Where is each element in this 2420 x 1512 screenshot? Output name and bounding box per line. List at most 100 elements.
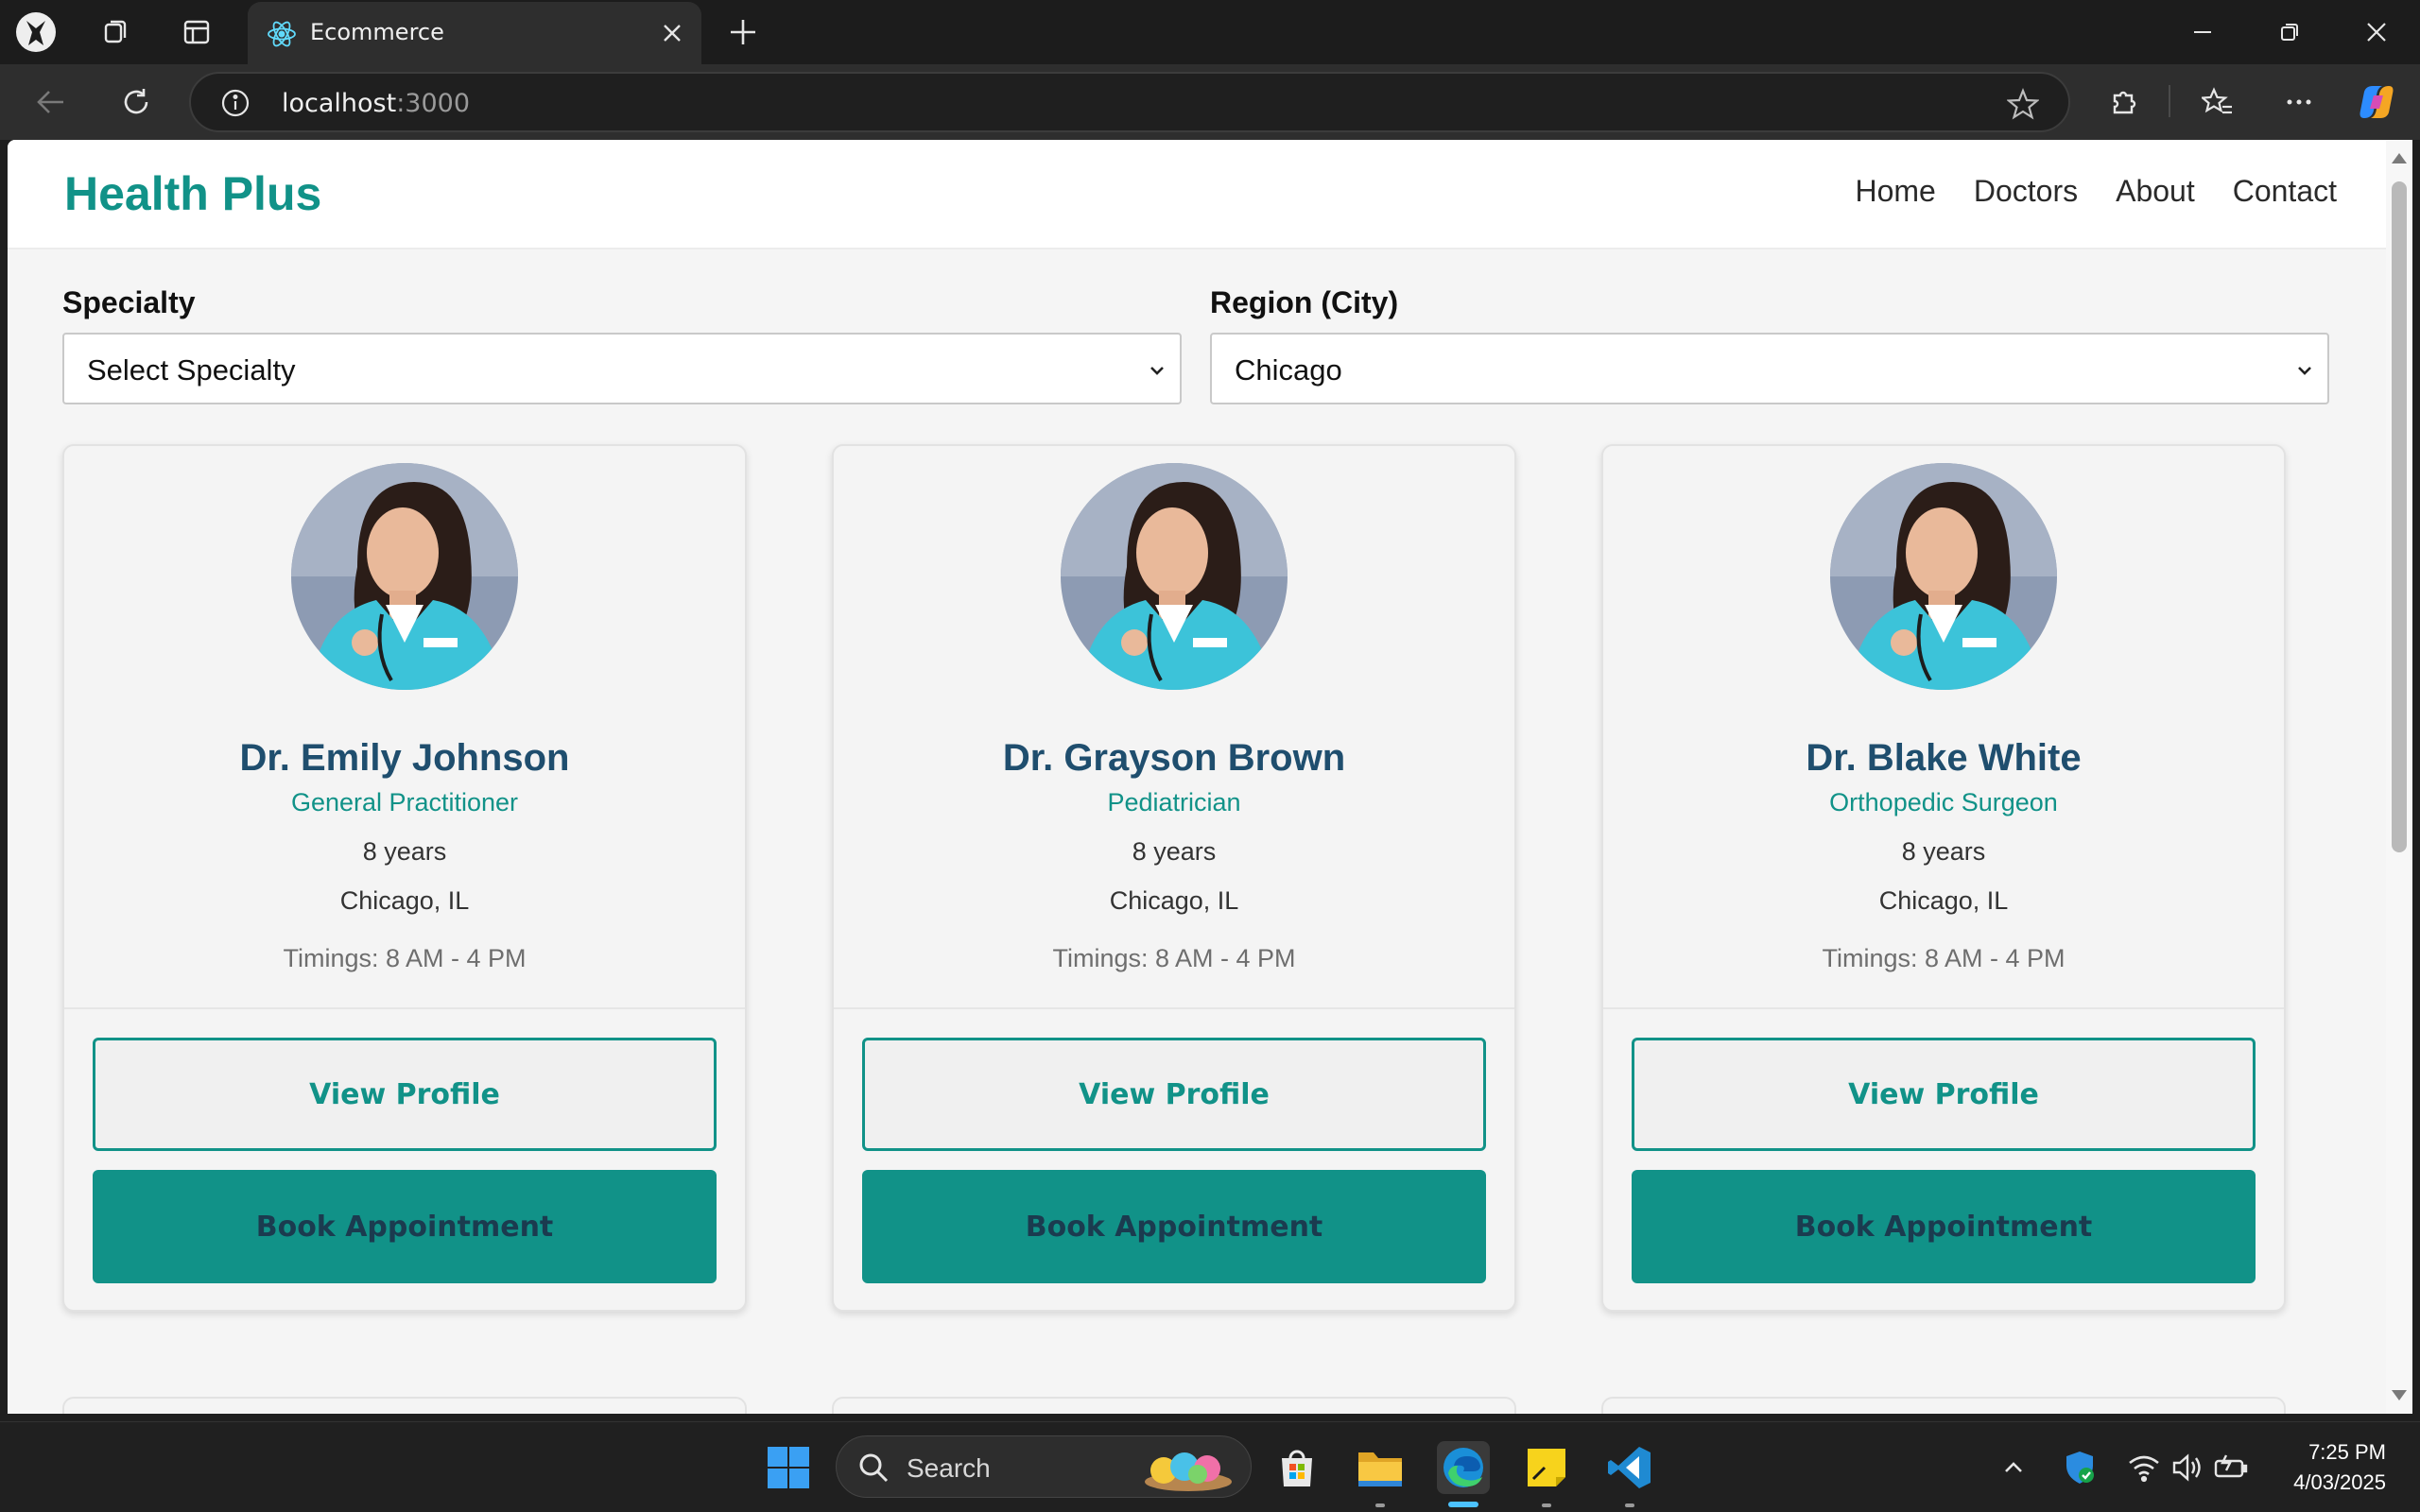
profile-avatar-icon[interactable] [13,9,59,55]
doctor-name: Dr. Emily Johnson [239,737,570,779]
edge-browser-icon[interactable] [1437,1441,1490,1494]
chevron-down-icon [1144,357,1170,384]
site-header: Health Plus Home Doctors About Contact [8,140,2386,249]
book-appointment-button[interactable]: Book Appointment [93,1170,717,1283]
clock-time: 7:25 PM [2308,1440,2386,1464]
doctor-experience: 8 years [1132,837,1217,866]
book-appointment-button[interactable]: Book Appointment [1632,1170,2256,1283]
wifi-icon[interactable] [2123,1441,2165,1494]
card-divider [1603,1007,2284,1009]
more-options-icon[interactable] [2280,83,2318,121]
file-explorer-icon[interactable] [1354,1441,1407,1494]
microsoft-store-icon[interactable] [1270,1441,1323,1494]
windows-start-icon[interactable] [762,1441,815,1494]
refresh-icon[interactable] [117,83,155,121]
nav-contact[interactable]: Contact [2233,174,2337,209]
brand-logo[interactable]: Health Plus [64,166,321,221]
scroll-down-arrow-icon[interactable] [2390,1385,2409,1404]
address-port: :3000 [396,89,471,118]
doctor-experience: 8 years [1901,837,1986,866]
tab-ecommerce[interactable]: Ecommerce [248,2,701,64]
main-nav: Home Doctors About Contact [1855,174,2337,209]
doctor-name: Dr. Grayson Brown [1002,737,1346,779]
doctor-location: Chicago, IL [1109,886,1239,915]
minimize-window-icon[interactable] [2184,15,2221,49]
battery-charging-icon[interactable] [2210,1441,2252,1494]
doctor-card: Dr. Grayson Brown Pediatrician 8 years C… [832,444,1516,1312]
vscode-icon[interactable] [1603,1441,1656,1494]
doctor-card-partial [62,1397,747,1414]
windows-taskbar: Search 7:25 PM 4/03/2025 [0,1421,2420,1512]
region-select[interactable]: Chicago [1210,333,2329,404]
card-divider [834,1007,1514,1009]
sticky-notes-running-indicator [1542,1503,1551,1507]
tab-title: Ecommerce [310,19,444,45]
edge-active-indicator [1448,1502,1478,1507]
extensions-icon[interactable] [2104,83,2142,121]
holi-colors-icon [1141,1442,1236,1498]
address-url: localhost:3000 [282,89,470,118]
doctor-card: Dr. Emily Johnson General Practitioner 8… [62,444,747,1312]
toolbar-divider [2169,85,2170,117]
file-explorer-running-indicator [1375,1503,1385,1507]
scrollbar-thumb[interactable] [2392,181,2407,852]
view-profile-button[interactable]: View Profile [862,1038,1486,1151]
card-divider [64,1007,745,1009]
view-profile-button[interactable]: View Profile [93,1038,717,1151]
doctor-photo [1061,463,1288,690]
workspaces-icon[interactable] [98,15,132,49]
nav-home[interactable]: Home [1855,174,1935,209]
close-tab-icon[interactable] [658,19,686,47]
copilot-icon[interactable] [2356,81,2397,123]
search-icon [857,1452,890,1488]
vscode-running-indicator [1625,1503,1634,1507]
doctor-timings: Timings: 8 AM - 4 PM [1052,944,1296,972]
new-tab-icon[interactable] [726,15,760,49]
taskbar-search[interactable]: Search [836,1435,1252,1498]
doctor-photo [291,463,518,690]
page-scrollbar[interactable] [2386,140,2412,1414]
show-hidden-icons-chevron-icon[interactable] [1995,1441,2032,1494]
view-profile-button[interactable]: View Profile [1632,1038,2256,1151]
search-placeholder: Search [907,1453,991,1483]
restore-window-icon[interactable] [2271,15,2308,49]
region-label: Region (City) [1210,285,1399,319]
taskbar-clock[interactable]: 7:25 PM 4/03/2025 [2293,1437,2386,1498]
react-favicon-icon [267,19,297,49]
doctor-name: Dr. Blake White [1806,737,2082,779]
doctor-card: Dr. Blake White Orthopedic Surgeon 8 yea… [1601,444,2286,1312]
specialty-select-value: Select Specialty [87,353,296,387]
page-viewport: Health Plus Home Doctors About Contact S… [8,140,2386,1414]
site-info-icon[interactable] [219,87,251,119]
chevron-down-icon [2291,357,2318,384]
doctor-photo [1830,463,2057,690]
scroll-up-arrow-icon[interactable] [2390,149,2409,168]
book-appointment-button[interactable]: Book Appointment [862,1170,1486,1283]
security-shield-icon[interactable] [2059,1441,2100,1494]
specialty-label: Specialty [62,285,196,319]
sticky-notes-icon[interactable] [1520,1441,1573,1494]
favorite-star-icon[interactable] [2006,87,2040,121]
doctor-location: Chicago, IL [339,886,470,915]
close-window-icon[interactable] [2358,15,2395,49]
volume-icon[interactable] [2167,1441,2208,1494]
address-host: localhost [282,89,397,118]
doctor-location: Chicago, IL [1878,886,2009,915]
doctor-specialty: General Practitioner [290,788,519,816]
nav-about[interactable]: About [2116,174,2195,209]
doctor-card-partial [832,1397,1516,1414]
specialty-select[interactable]: Select Specialty [62,333,1182,404]
doctor-timings: Timings: 8 AM - 4 PM [283,944,527,972]
nav-doctors[interactable]: Doctors [1974,174,2078,209]
favorites-icon[interactable] [2199,83,2237,121]
browser-tab-bar: Ecommerce [0,0,2420,64]
region-select-value: Chicago [1235,353,1342,387]
doctor-specialty: Pediatrician [1107,788,1241,816]
browser-toolbar: localhost:3000 [0,64,2420,140]
address-bar[interactable]: localhost:3000 [189,72,2070,132]
doctor-card-partial [1601,1397,2286,1414]
clock-date: 4/03/2025 [2293,1470,2386,1494]
doctor-specialty: Orthopedic Surgeon [1829,788,2058,816]
back-arrow-icon[interactable] [32,83,70,121]
tab-actions-icon[interactable] [180,15,214,49]
